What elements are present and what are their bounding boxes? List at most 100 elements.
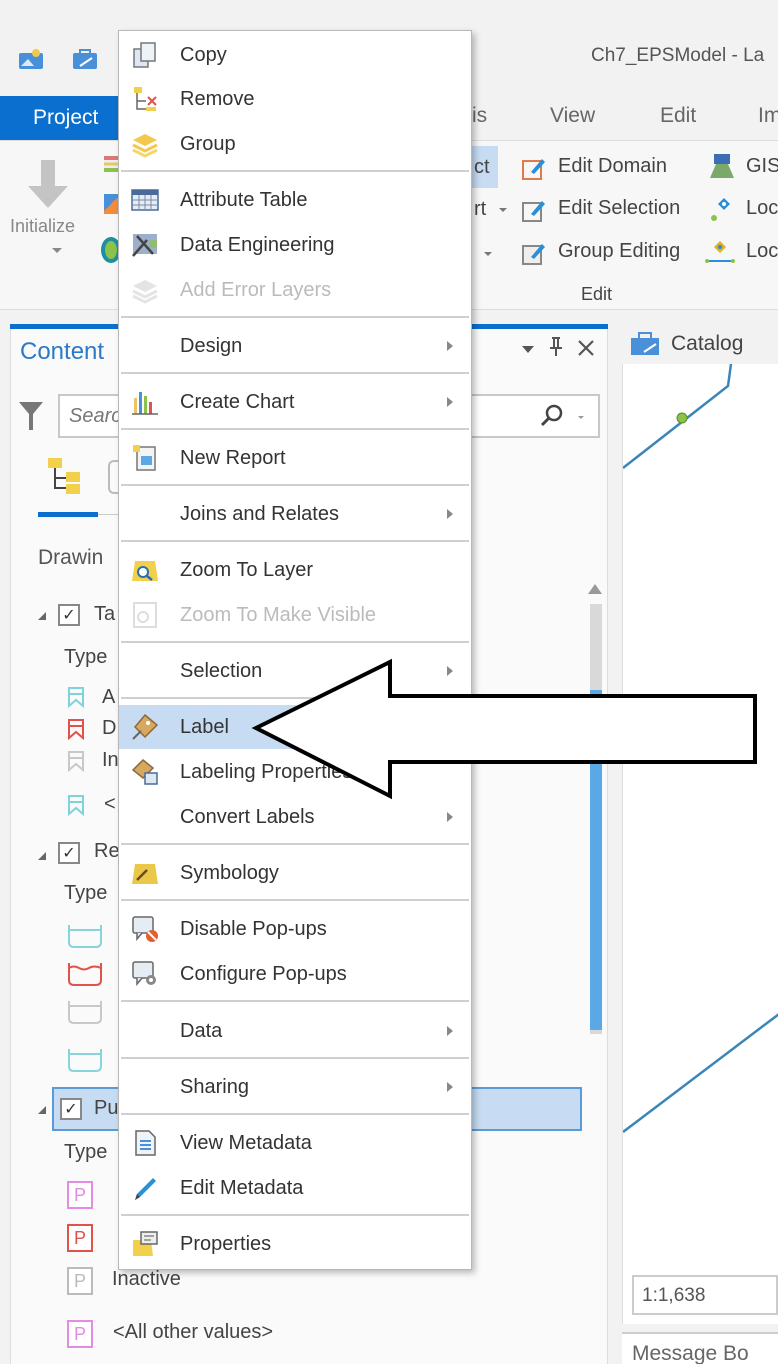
menu-separator — [121, 1000, 469, 1002]
menu-item-zoom-to-layer[interactable]: Zoom To Layer — [119, 548, 471, 592]
contents-title: Content — [20, 338, 105, 365]
ribbon-caret-icon — [484, 252, 492, 256]
gis-button[interactable]: GIS — [708, 152, 778, 186]
menu-separator — [121, 899, 469, 901]
menu-separator — [121, 428, 469, 430]
menu-item-label: Data — [180, 1019, 223, 1042]
layer-1-checkbox[interactable]: ✓ — [58, 604, 80, 626]
scroll-up-arrow-icon[interactable] — [588, 584, 602, 594]
menu-item-label: Attribute Table — [180, 188, 308, 211]
edit-domain-button[interactable]: Edit Domain — [520, 152, 690, 186]
tab-strip-line — [98, 514, 118, 515]
new-project-icon[interactable] — [18, 48, 44, 70]
layer-2-type-label: Type — [64, 882, 108, 904]
edit-metadata-icon — [131, 1174, 159, 1202]
locate-line-label: Loc — [746, 240, 778, 262]
data-engineering-icon — [131, 231, 159, 259]
layer-2-checkbox[interactable]: ✓ — [58, 842, 80, 864]
drawing-order-icon[interactable] — [48, 456, 90, 496]
menu-item-label: View Metadata — [180, 1131, 312, 1154]
group-editing-button[interactable]: Group Editing — [520, 237, 700, 271]
initialize-button[interactable]: Initialize — [10, 150, 90, 260]
filter-icon[interactable] — [18, 400, 44, 432]
edit-selection-label: Edit Selection — [558, 197, 681, 219]
map-view[interactable] — [622, 364, 778, 1324]
menu-item-remove[interactable]: Remove — [119, 77, 471, 121]
submenu-arrow-icon — [447, 341, 453, 351]
layer-2-name[interactable]: Re — [94, 840, 120, 863]
layer-3-name[interactable]: Pu — [94, 1097, 118, 1120]
open-project-icon[interactable] — [72, 48, 98, 70]
menu-item-disable-popups[interactable]: Disable Pop-ups — [119, 907, 471, 951]
menu-item-configure-popups[interactable]: Configure Pop-ups — [119, 952, 471, 996]
legend-label: In — [102, 749, 119, 771]
menu-item-label: Properties — [180, 1232, 272, 1255]
menu-item-view-metadata[interactable]: View Metadata — [119, 1121, 471, 1165]
reservoir-symbol-icon — [68, 1001, 102, 1024]
close-icon[interactable] — [576, 338, 596, 358]
properties-icon — [131, 1230, 159, 1258]
map-scale-input[interactable]: 1:1,638 — [632, 1275, 778, 1315]
locate-line-button[interactable]: Loc — [704, 237, 778, 271]
menu-item-attribute-table[interactable]: Attribute Table — [119, 178, 471, 222]
tab-view[interactable]: View — [550, 104, 595, 128]
edit-selection-button[interactable]: Edit Selection — [520, 194, 700, 228]
pane-options-caret-icon[interactable] — [522, 346, 534, 353]
menu-item-new-report[interactable]: New Report — [119, 436, 471, 480]
pump-symbol-icon: P — [67, 1224, 93, 1252]
tank-symbol-icon — [68, 687, 84, 708]
submenu-arrow-icon — [447, 509, 453, 519]
expand-triangle-icon[interactable] — [38, 1106, 46, 1114]
edit-group-label: Edit — [581, 284, 613, 304]
layer-1-name[interactable]: Ta — [94, 603, 115, 626]
locate-button[interactable]: Loc — [708, 194, 778, 228]
tab-analysis[interactable]: is — [472, 104, 487, 128]
menu-item-group[interactable]: Group — [119, 122, 471, 166]
search-options-caret-icon[interactable] — [578, 416, 584, 419]
locate-label: Loc — [746, 197, 778, 219]
pin-icon[interactable] — [548, 336, 564, 358]
reservoir-symbol-icon — [68, 963, 102, 986]
menu-item-design[interactable]: Design — [119, 324, 471, 368]
menu-item-label: Joins and Relates — [180, 502, 339, 525]
menu-separator — [121, 484, 469, 486]
menu-item-label: Group — [180, 132, 236, 155]
menu-separator — [121, 1057, 469, 1059]
legend-label: Inactive — [112, 1268, 181, 1290]
edit-domain-label: Edit Domain — [558, 155, 667, 177]
tab-catalog[interactable]: Catalog — [620, 326, 778, 364]
gis-icon — [710, 154, 734, 178]
menu-item-edit-metadata[interactable]: Edit Metadata — [119, 1166, 471, 1210]
tab-edit[interactable]: Edit — [660, 104, 696, 128]
menu-item-data[interactable]: Data — [119, 1009, 471, 1053]
search-icon[interactable] — [540, 404, 564, 428]
export-button-label[interactable]: rt — [474, 198, 486, 221]
menu-item-copy[interactable]: Copy — [119, 33, 471, 77]
menu-separator — [121, 641, 469, 643]
tank-symbol-icon — [68, 751, 84, 772]
pipe-line-bottom — [623, 1013, 778, 1133]
tab-project[interactable]: Project — [0, 96, 118, 140]
zoom-to-layer-icon — [131, 556, 159, 584]
menu-item-data-engineering[interactable]: Data Engineering — [119, 223, 471, 267]
menu-item-label: Symbology — [180, 861, 279, 884]
legend-label: <All other values> — [113, 1321, 274, 1343]
context-menu: Copy Remove Group Attribute Table Data E… — [118, 30, 472, 1270]
menu-item-label: Configure Pop-ups — [180, 962, 347, 985]
menu-item-joins-and-relates[interactable]: Joins and Relates — [119, 492, 471, 536]
layer-3-checkbox[interactable]: ✓ — [60, 1098, 82, 1120]
menu-item-label: Copy — [180, 43, 227, 66]
menu-item-sharing[interactable]: Sharing — [119, 1065, 471, 1109]
tab-imagery[interactable]: Im — [758, 104, 778, 128]
layer-1-type-label: Type — [64, 646, 108, 668]
message-box-pane: Message Bo — [622, 1332, 778, 1364]
expand-triangle-icon[interactable] — [38, 852, 46, 860]
menu-separator — [121, 1214, 469, 1216]
ribbon-map-icon — [104, 194, 118, 214]
menu-item-symbology[interactable]: Symbology — [119, 851, 471, 895]
menu-item-label: Sharing — [180, 1075, 249, 1098]
expand-triangle-icon[interactable] — [38, 612, 46, 620]
chart-icon — [131, 388, 159, 416]
menu-item-properties[interactable]: Properties — [119, 1222, 471, 1266]
menu-item-create-chart[interactable]: Create Chart — [119, 380, 471, 424]
